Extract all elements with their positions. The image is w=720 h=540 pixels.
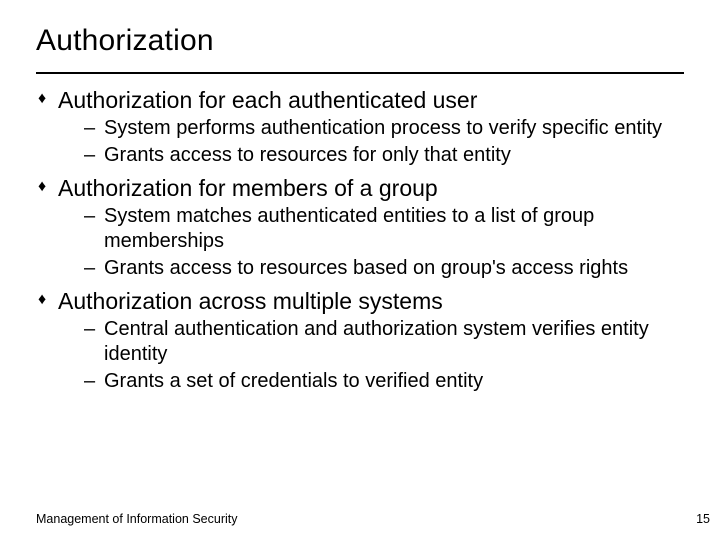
footer-text: Management of Information Security [36, 512, 238, 526]
diamond-icon: ♦ [38, 174, 58, 200]
sub-item: – Grants access to resources for only th… [84, 143, 684, 168]
sub-item: – System performs authentication process… [84, 116, 684, 141]
sub-item: – Grants a set of credentials to verifie… [84, 369, 684, 394]
bullet-text: Authorization across multiple systems [58, 287, 443, 315]
sub-text: System matches authenticated entities to… [104, 204, 684, 254]
bullet-text: Authorization for members of a group [58, 174, 438, 202]
sub-list: – System performs authentication process… [84, 116, 684, 168]
diamond-icon: ♦ [38, 287, 58, 313]
sub-list: – Central authentication and authorizati… [84, 317, 684, 394]
sub-item: – Central authentication and authorizati… [84, 317, 684, 367]
bullet-text: Authorization for each authenticated use… [58, 86, 477, 114]
bullet-item: ♦ Authorization for each authenticated u… [38, 86, 684, 114]
dash-icon: – [84, 116, 104, 141]
sub-text: System performs authentication process t… [104, 116, 662, 141]
sub-text: Grants a set of credentials to verified … [104, 369, 483, 394]
sub-item: – Grants access to resources based on gr… [84, 256, 684, 281]
sub-text: Central authentication and authorization… [104, 317, 684, 367]
title-rule [36, 72, 684, 74]
dash-icon: – [84, 369, 104, 394]
sub-list: – System matches authenticated entities … [84, 204, 684, 281]
dash-icon: – [84, 256, 104, 281]
sub-item: – System matches authenticated entities … [84, 204, 684, 254]
bullet-item: ♦ Authorization across multiple systems [38, 287, 684, 315]
bullet-item: ♦ Authorization for members of a group [38, 174, 684, 202]
content: ♦ Authorization for each authenticated u… [36, 86, 684, 394]
sub-text: Grants access to resources for only that… [104, 143, 511, 168]
diamond-icon: ♦ [38, 86, 58, 112]
sub-text: Grants access to resources based on grou… [104, 256, 628, 281]
dash-icon: – [84, 204, 104, 229]
dash-icon: – [84, 317, 104, 342]
dash-icon: – [84, 143, 104, 168]
slide: Authorization ♦ Authorization for each a… [0, 0, 720, 540]
slide-title: Authorization [36, 24, 684, 58]
slide-number: 15 [696, 512, 710, 526]
